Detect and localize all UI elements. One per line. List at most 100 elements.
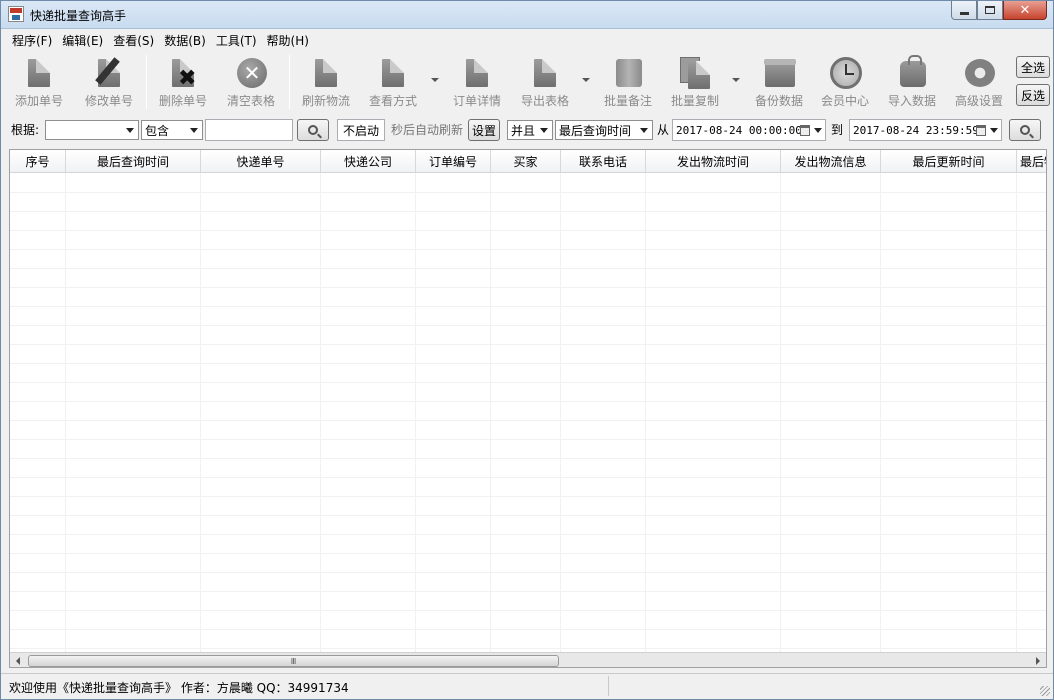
add-number-button[interactable]: 添加单号	[13, 54, 65, 110]
scroll-left-icon	[16, 657, 20, 665]
grid-row-line	[10, 591, 1046, 592]
column-header[interactable]: 联系电话	[561, 150, 646, 173]
status-text: 欢迎使用《快递批量查询高手》 作者：方晨曦 QQ：34991734	[9, 681, 349, 695]
advanced-settings-label: 高级设置	[954, 94, 1003, 108]
import-data-button[interactable]: 导入数据	[886, 54, 938, 110]
scroll-right-button[interactable]	[1030, 653, 1046, 667]
grid-row-line	[10, 268, 1046, 269]
to-label: 到	[831, 122, 844, 137]
settings-button[interactable]: 设置	[468, 119, 500, 141]
from-label: 从	[657, 122, 670, 137]
match-mode-select[interactable]: 包含	[141, 120, 203, 140]
export-table-button[interactable]: 导出表格	[519, 54, 571, 110]
from-date-value: 2017-08-24 00:00:00	[676, 123, 802, 137]
maximize-button[interactable]	[977, 1, 1003, 20]
modify-number-button[interactable]: 修改单号	[83, 54, 135, 110]
title-bar[interactable]: 快递批量查询高手 ✕	[1, 1, 1053, 29]
horizontal-scrollbar[interactable]: Ⅲ	[10, 652, 1046, 667]
backup-box-icon	[764, 57, 796, 89]
grid-row-line	[10, 534, 1046, 535]
column-header[interactable]: 最后更新时间	[881, 150, 1017, 173]
chevron-down-icon	[540, 128, 548, 133]
field-select[interactable]	[45, 120, 139, 140]
refresh-logistics-button[interactable]: 刷新物流	[300, 54, 352, 110]
view-mode-dropdown-arrow[interactable]	[431, 78, 439, 82]
export-dropdown-arrow[interactable]	[582, 78, 590, 82]
backup-data-button[interactable]: 备份数据	[753, 54, 805, 110]
column-header[interactable]: 订单编号	[416, 150, 491, 173]
clear-table-button[interactable]: ✕ 清空表格	[225, 54, 277, 110]
keyword-input[interactable]	[205, 119, 293, 141]
batch-copy-button[interactable]: 批量复制	[669, 54, 721, 110]
auto-refresh-label: 秒后自动刷新	[391, 122, 464, 137]
maximize-icon	[985, 6, 995, 14]
document-detail-icon	[462, 57, 492, 89]
logic-select[interactable]: 并且	[507, 120, 553, 140]
select-all-button[interactable]: 全选	[1016, 56, 1050, 78]
scroll-right-icon	[1036, 657, 1040, 665]
chevron-down-icon	[814, 128, 822, 133]
order-detail-button[interactable]: 订单详情	[451, 54, 503, 110]
time-field-value: 最后查询时间	[559, 123, 632, 138]
edit-pencil-icon	[94, 57, 124, 89]
scroll-note-icon	[613, 57, 643, 89]
from-date-picker[interactable]: 2017-08-24 00:00:00	[672, 119, 826, 141]
column-header[interactable]: 买家	[491, 150, 561, 173]
grid-column-line	[780, 173, 781, 653]
time-field-select[interactable]: 最后查询时间	[555, 120, 653, 140]
invert-selection-button[interactable]: 反选	[1016, 84, 1050, 106]
chevron-down-icon	[640, 128, 648, 133]
column-header[interactable]: 快递公司	[321, 150, 416, 173]
column-header[interactable]: 最后查询时间	[66, 150, 201, 173]
grid-column-line	[1016, 173, 1017, 653]
logic-value: 并且	[511, 123, 536, 138]
auto-refresh-input[interactable]: 不启动	[337, 119, 385, 141]
grid-row-line	[10, 211, 1046, 212]
gear-icon	[964, 57, 995, 89]
export-table-label: 导出表格	[520, 94, 569, 108]
column-header[interactable]: 发出物流时间	[646, 150, 781, 173]
close-button[interactable]: ✕	[1003, 1, 1047, 20]
batch-note-button[interactable]: 批量备注	[602, 54, 654, 110]
menu-tools[interactable]: 工具(T)	[211, 32, 262, 49]
results-table[interactable]: 序号 最后查询时间 快递单号 快递公司 订单编号 买家 联系电话 发出物流时间 …	[9, 149, 1047, 668]
grid-column-line	[560, 173, 561, 653]
search-button[interactable]	[297, 119, 329, 141]
grid-row-line	[10, 610, 1046, 611]
magnifier-icon	[1020, 125, 1030, 135]
advanced-settings-button[interactable]: 高级设置	[953, 54, 1005, 110]
column-header[interactable]: 发出物流信息	[781, 150, 881, 173]
grid-column-line	[490, 173, 491, 653]
calendar-icon	[976, 125, 986, 136]
menu-data[interactable]: 数据(B)	[159, 32, 211, 49]
column-header[interactable]: 快递单号	[201, 150, 321, 173]
status-bar: 欢迎使用《快递批量查询高手》 作者：方晨曦 QQ：34991734	[1, 673, 1053, 699]
to-date-picker[interactable]: 2017-08-24 23:59:59	[849, 119, 1002, 141]
minimize-button[interactable]	[951, 1, 977, 20]
batch-copy-dropdown-arrow[interactable]	[732, 78, 740, 82]
chevron-down-icon	[126, 128, 134, 133]
menu-view[interactable]: 查看(S)	[108, 32, 159, 49]
member-center-button[interactable]: 会员中心	[819, 54, 871, 110]
member-center-label: 会员中心	[820, 94, 869, 108]
grid-row-line	[10, 249, 1046, 250]
grid-row-line	[10, 230, 1046, 231]
grid-column-line	[320, 173, 321, 653]
clear-circle-x-icon: ✕	[236, 57, 267, 89]
menu-edit[interactable]: 编辑(E)	[57, 32, 108, 49]
menu-help[interactable]: 帮助(H)	[262, 32, 314, 49]
export-icon	[530, 57, 560, 89]
view-mode-button[interactable]: 查看方式	[367, 54, 419, 110]
delete-number-button[interactable]: ✖ 删除单号	[157, 54, 209, 110]
grid-row-line	[10, 325, 1046, 326]
resize-grip[interactable]	[1040, 686, 1050, 696]
grid-row-line	[10, 363, 1046, 364]
scroll-left-button[interactable]	[10, 653, 26, 667]
column-header[interactable]: 序号	[10, 150, 66, 173]
date-search-button[interactable]	[1009, 119, 1041, 141]
column-header[interactable]: 最后物	[1017, 150, 1046, 173]
scroll-thumb[interactable]: Ⅲ	[28, 655, 559, 667]
document-view-icon	[378, 57, 408, 89]
menu-program[interactable]: 程序(F)	[7, 32, 57, 49]
toolbar-separator	[289, 55, 290, 109]
